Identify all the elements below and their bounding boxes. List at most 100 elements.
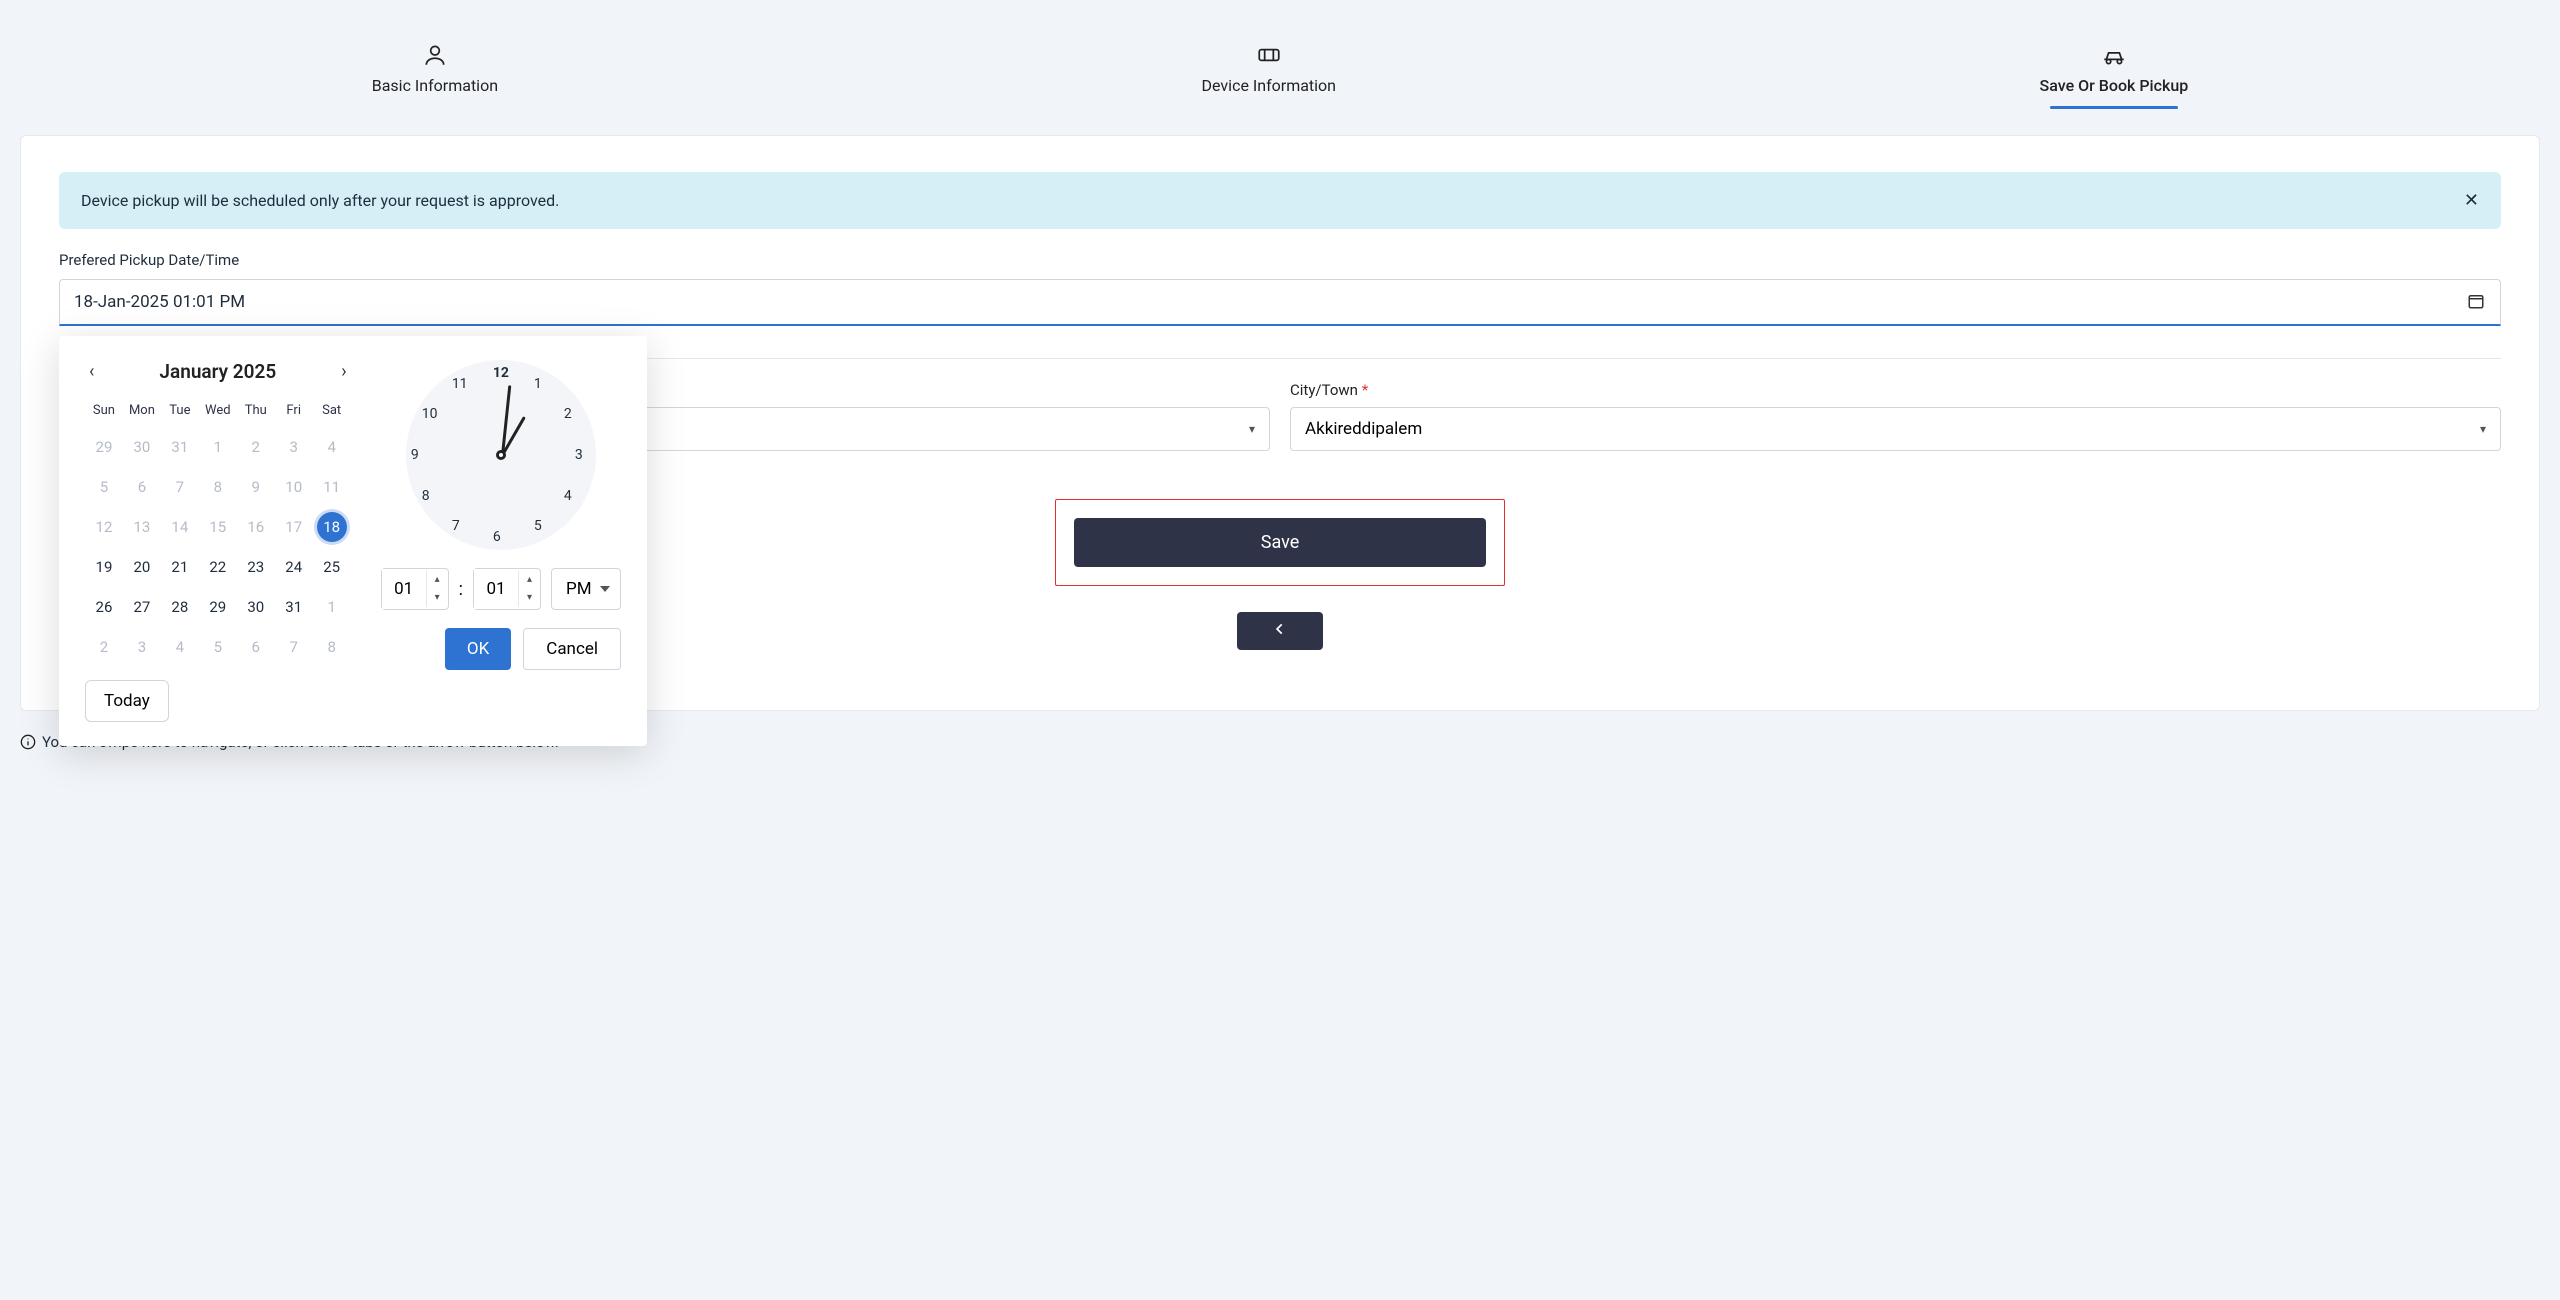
field-label-pickup-datetime: Prefered Pickup Date/Time	[59, 251, 2501, 269]
day-cell: 17	[279, 512, 309, 542]
info-icon	[20, 734, 36, 750]
ticket-icon	[1256, 42, 1282, 68]
day-cell[interactable]: 26	[89, 592, 119, 622]
clock-number[interactable]: 11	[452, 376, 468, 392]
day-cell: 15	[203, 512, 233, 542]
day-cell[interactable]: 18	[317, 512, 347, 542]
step-label: Basic Information	[372, 76, 498, 95]
day-cell[interactable]: 24	[279, 552, 309, 582]
time-controls: ▴▾ : ▴▾ PM	[381, 568, 621, 610]
day-cell[interactable]: 29	[203, 592, 233, 622]
dow-header: Tue	[161, 397, 199, 424]
day-cell: 4	[165, 632, 195, 662]
day-cell: 1	[317, 592, 347, 622]
dow-header: Fri	[275, 397, 313, 424]
clock-number[interactable]: 5	[534, 518, 542, 534]
day-cell: 31	[165, 432, 195, 462]
day-cell: 30	[127, 432, 157, 462]
chevron-down-icon: ▾	[2480, 422, 2486, 436]
day-cell[interactable]: 19	[89, 552, 119, 582]
back-button[interactable]	[1237, 612, 1323, 650]
close-icon[interactable]: ✕	[2464, 190, 2479, 211]
clock-number[interactable]: 10	[422, 406, 438, 422]
month-title[interactable]: January 2025	[159, 360, 276, 383]
pickup-datetime-input[interactable]	[59, 279, 2501, 326]
day-cell[interactable]: 27	[127, 592, 157, 622]
clock-number[interactable]: 3	[575, 447, 583, 463]
step-label: Device Information	[1202, 76, 1336, 95]
day-cell[interactable]: 20	[127, 552, 157, 582]
step-basic-information[interactable]: Basic Information	[372, 42, 498, 95]
day-cell: 10	[279, 472, 309, 502]
city-col: City/Town * Akkireddipalem ▾	[1290, 381, 2501, 451]
minute-up-button[interactable]: ▴	[519, 571, 540, 589]
day-cell: 16	[241, 512, 271, 542]
day-cell[interactable]: 22	[203, 552, 233, 582]
prev-month-button[interactable]: ‹	[89, 361, 94, 382]
clock-face[interactable]: 121234567891011	[406, 360, 596, 550]
hour-input[interactable]	[382, 569, 426, 609]
dow-header: Mon	[123, 397, 161, 424]
user-icon	[422, 42, 448, 68]
ampm-select[interactable]: PM	[551, 568, 621, 610]
ok-button[interactable]: OK	[445, 628, 511, 670]
clock-center	[496, 450, 506, 460]
today-button[interactable]: Today	[85, 680, 169, 722]
time-colon: :	[459, 579, 463, 600]
clock-number[interactable]: 7	[452, 518, 460, 534]
clock-number[interactable]: 12	[493, 365, 509, 381]
day-cell: 8	[317, 632, 347, 662]
day-cell[interactable]: 31	[279, 592, 309, 622]
day-cell: 3	[127, 632, 157, 662]
day-cell: 3	[279, 432, 309, 462]
minute-spinner: ▴▾	[473, 568, 541, 610]
save-button[interactable]: Save	[1074, 518, 1486, 567]
day-cell: 4	[317, 432, 347, 462]
clock-number[interactable]: 4	[564, 488, 572, 504]
clock-number[interactable]: 9	[411, 447, 419, 463]
step-device-information[interactable]: Device Information	[1202, 42, 1336, 95]
datetime-popover: ‹ January 2025 › SunMonTueWedThuFriSat29…	[59, 336, 647, 746]
cancel-button[interactable]: Cancel	[523, 628, 621, 670]
day-cell[interactable]: 21	[165, 552, 195, 582]
dow-header: Sat	[313, 397, 351, 424]
clock-number[interactable]: 6	[493, 529, 501, 545]
clock-number[interactable]: 8	[422, 488, 430, 504]
step-save-or-book-pickup[interactable]: Save Or Book Pickup	[2040, 42, 2189, 95]
clock-number[interactable]: 1	[534, 376, 542, 392]
clock-panel: 121234567891011 ▴▾ : ▴▾ PM OK Cancel	[381, 360, 621, 722]
minute-input[interactable]	[474, 569, 518, 609]
day-cell: 13	[127, 512, 157, 542]
day-cell[interactable]: 23	[241, 552, 271, 582]
dow-header: Thu	[237, 397, 275, 424]
clock-number[interactable]: 2	[564, 406, 572, 422]
city-label: City/Town *	[1290, 381, 2501, 399]
info-notice: Device pickup will be scheduled only aft…	[59, 172, 2501, 229]
day-cell[interactable]: 25	[317, 552, 347, 582]
day-cell: 6	[127, 472, 157, 502]
day-cell: 9	[241, 472, 271, 502]
notice-text: Device pickup will be scheduled only aft…	[81, 191, 559, 210]
day-cell: 5	[203, 632, 233, 662]
city-value: Akkireddipalem	[1305, 419, 1422, 439]
hour-up-button[interactable]: ▴	[427, 571, 448, 589]
stepper: Basic Information Device Information Sav…	[20, 0, 2540, 115]
minute-down-button[interactable]: ▾	[519, 589, 540, 607]
day-cell[interactable]: 30	[241, 592, 271, 622]
chevron-left-icon	[1273, 622, 1287, 636]
day-cell: 11	[317, 472, 347, 502]
pickup-card: Device pickup will be scheduled only aft…	[20, 135, 2540, 711]
city-select[interactable]: Akkireddipalem ▾	[1290, 407, 2501, 451]
day-cell: 7	[165, 472, 195, 502]
hour-down-button[interactable]: ▾	[427, 589, 448, 607]
dow-header: Sun	[85, 397, 123, 424]
city-label-text: City/Town	[1290, 381, 1358, 399]
next-month-button[interactable]: ›	[341, 361, 346, 382]
step-label: Save Or Book Pickup	[2040, 76, 2189, 95]
day-cell: 7	[279, 632, 309, 662]
calendar-icon[interactable]	[2467, 292, 2485, 314]
chevron-down-icon: ▾	[1249, 422, 1255, 436]
calendar-panel: ‹ January 2025 › SunMonTueWedThuFriSat29…	[85, 360, 351, 722]
day-cell: 5	[89, 472, 119, 502]
day-cell[interactable]: 28	[165, 592, 195, 622]
